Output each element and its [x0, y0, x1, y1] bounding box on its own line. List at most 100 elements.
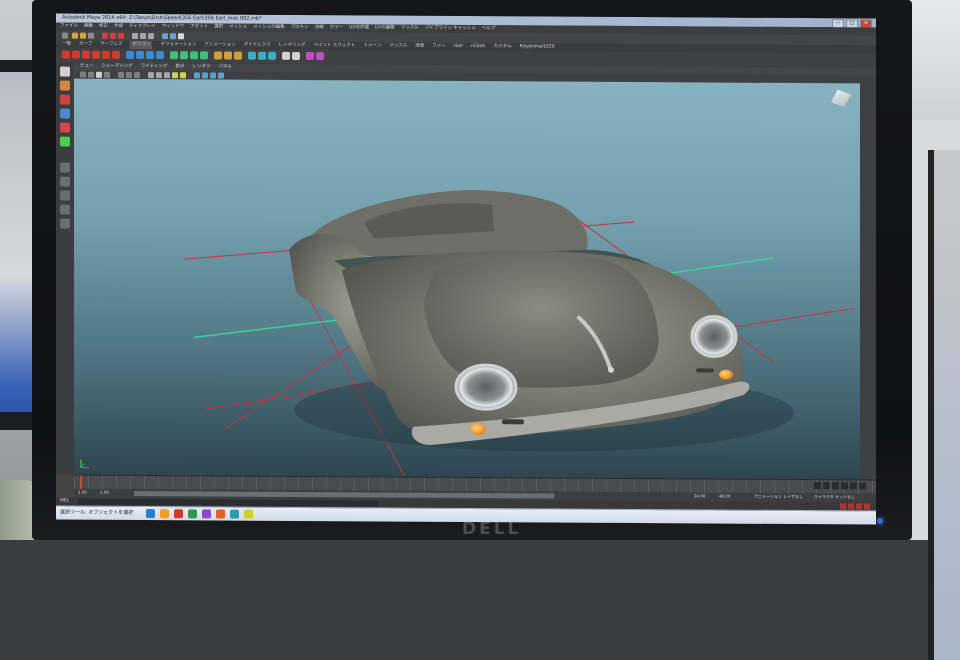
layout-persp-outliner-icon[interactable] — [60, 205, 70, 215]
shelf-tab-muscle[interactable]: マッスル — [389, 43, 407, 51]
menu-muscle[interactable]: マッスル — [401, 25, 419, 33]
shelf-tab-paint-effects[interactable]: ペイント エフェクト — [314, 42, 356, 50]
camera-select-icon[interactable] — [80, 72, 86, 78]
menu-proxy[interactable]: プロキシ — [291, 24, 309, 32]
play-forward-icon[interactable] — [841, 482, 848, 489]
insert-edge-loop-icon[interactable] — [214, 51, 222, 59]
anim-layer-dropdown[interactable]: アニメーション レイヤなし — [754, 494, 803, 500]
shadows-icon[interactable] — [194, 72, 200, 78]
time-slider-playhead[interactable] — [80, 476, 82, 490]
shelf-tab-dynamics[interactable]: ダイナミクス — [244, 42, 271, 50]
command-language-label[interactable]: MEL — [60, 499, 69, 504]
taskbar-app-icon[interactable] — [160, 509, 169, 518]
smooth-shade-icon[interactable] — [156, 72, 162, 78]
menu-normals[interactable]: 法線 — [315, 24, 324, 32]
rotate-tool-icon[interactable] — [60, 123, 70, 133]
menu-window[interactable]: ウィンドウ — [162, 23, 185, 31]
step-back-icon[interactable] — [823, 482, 830, 489]
mirror-icon[interactable] — [316, 52, 324, 60]
append-polygon-icon[interactable] — [190, 51, 198, 59]
soft-edge-icon[interactable] — [282, 52, 290, 60]
xray-icon[interactable] — [218, 72, 224, 78]
menu-create-uvs[interactable]: UVの作成 — [349, 24, 369, 32]
playback-start-field[interactable]: 1.00 — [100, 490, 109, 495]
combine-icon[interactable] — [126, 51, 134, 59]
isolate-select-icon[interactable] — [210, 72, 216, 78]
menu-create[interactable]: 作成 — [114, 23, 123, 31]
menu-assets[interactable]: アセット — [190, 23, 208, 31]
character-set-dropdown[interactable]: キャラクタ セットなし — [814, 494, 855, 500]
mode-dropdown-icon[interactable] — [62, 33, 68, 39]
snap-curve-icon[interactable] — [140, 33, 146, 39]
shelf-tab-toon[interactable]: トゥーン — [363, 42, 381, 50]
lasso-tool-icon[interactable] — [60, 81, 70, 91]
image-plane-icon[interactable] — [104, 72, 110, 78]
shelf-tab-animation[interactable]: アニメーション — [204, 41, 235, 49]
menu-mesh[interactable]: メッシュ — [229, 24, 247, 32]
panel-menu-renderer[interactable]: レンダラ — [192, 63, 210, 71]
wireframe-on-shaded-icon[interactable] — [164, 72, 170, 78]
layout-side-by-side-icon[interactable] — [60, 191, 70, 201]
shelf-tab-hair[interactable]: Hair — [454, 43, 463, 51]
play-backward-icon[interactable] — [832, 482, 839, 489]
separate-icon[interactable] — [136, 51, 144, 59]
channel-box-collapsed[interactable] — [860, 83, 876, 479]
shelf-tab-surfaces[interactable]: サーフェス — [100, 41, 122, 49]
snap-grid-icon[interactable] — [132, 33, 138, 39]
textured-icon[interactable] — [172, 72, 178, 78]
select-object-icon[interactable] — [110, 33, 116, 39]
render-icon[interactable] — [162, 33, 168, 39]
layout-single-icon[interactable] — [60, 163, 70, 173]
menu-edit[interactable]: 編集 — [84, 23, 93, 31]
shelf-tab-polyprimal[interactable]: Polyprimal1020 — [520, 43, 555, 51]
panel-menu-panels[interactable]: パネル — [218, 63, 232, 71]
wireframe-icon[interactable] — [148, 72, 154, 78]
taskbar-app-icon[interactable] — [202, 509, 211, 518]
go-to-start-icon[interactable] — [814, 482, 821, 489]
sculpt-icon[interactable] — [306, 52, 314, 60]
outliner-icon[interactable] — [864, 503, 870, 509]
shelf-tab-deformation[interactable]: デフォメーション — [160, 41, 196, 49]
taskbar-app-icon[interactable] — [146, 509, 155, 518]
shelf-tab-rendering[interactable]: レンダリング — [279, 42, 306, 50]
poly-torus-icon[interactable] — [112, 51, 120, 59]
uv-editor-icon[interactable] — [258, 52, 266, 60]
save-scene-icon[interactable] — [88, 33, 94, 39]
extract-icon[interactable] — [146, 51, 154, 59]
shelf-tab-polygons[interactable]: ポリゴン — [130, 41, 152, 49]
menu-help[interactable]: ヘルプ — [482, 25, 496, 33]
shelf-tab-curves[interactable]: カーブ — [79, 41, 92, 49]
render-settings-icon[interactable] — [178, 33, 184, 39]
taskbar-app-icon[interactable] — [230, 510, 239, 519]
bevel-icon[interactable] — [224, 52, 232, 60]
panel-menu-view[interactable]: ビュー — [80, 63, 94, 71]
poly-cube-icon[interactable] — [72, 51, 80, 59]
bookmark-icon[interactable] — [96, 72, 102, 78]
ambient-occlusion-icon[interactable] — [202, 72, 208, 78]
menu-color[interactable]: カラー — [330, 24, 344, 32]
taskbar-app-icon[interactable] — [174, 509, 183, 518]
open-scene-icon[interactable] — [80, 33, 86, 39]
panel-menu-shading[interactable]: シェーディング — [102, 63, 133, 71]
shelf-tab-general[interactable]: 一般 — [62, 41, 71, 49]
split-polygon-icon[interactable] — [200, 51, 208, 59]
snap-point-icon[interactable] — [148, 33, 154, 39]
camera-attributes-icon[interactable] — [88, 72, 94, 78]
select-hierarchy-icon[interactable] — [102, 33, 108, 39]
taskbar-app-icon[interactable] — [216, 509, 225, 518]
range-start-field[interactable]: 1.00 — [78, 490, 87, 495]
select-component-icon[interactable] — [118, 33, 124, 39]
perspective-viewport[interactable] — [74, 79, 860, 480]
menu-edit-uvs[interactable]: UVの編集 — [375, 24, 395, 32]
menu-edit-mesh[interactable]: メッシュの編集 — [253, 24, 285, 32]
poly-sphere-icon[interactable] — [62, 51, 70, 59]
scale-tool-icon[interactable] — [60, 137, 70, 147]
step-forward-icon[interactable] — [850, 482, 857, 489]
menu-display[interactable]: ディスプレイ — [129, 23, 156, 31]
menu-file[interactable]: ファイル — [60, 23, 78, 31]
auto-map-icon[interactable] — [268, 52, 276, 60]
select-tool-icon[interactable] — [60, 67, 70, 77]
panel-menu-lighting[interactable]: ライティング — [141, 63, 168, 71]
menu-modify[interactable]: 修正 — [99, 23, 108, 31]
layout-four-icon[interactable] — [60, 177, 70, 187]
